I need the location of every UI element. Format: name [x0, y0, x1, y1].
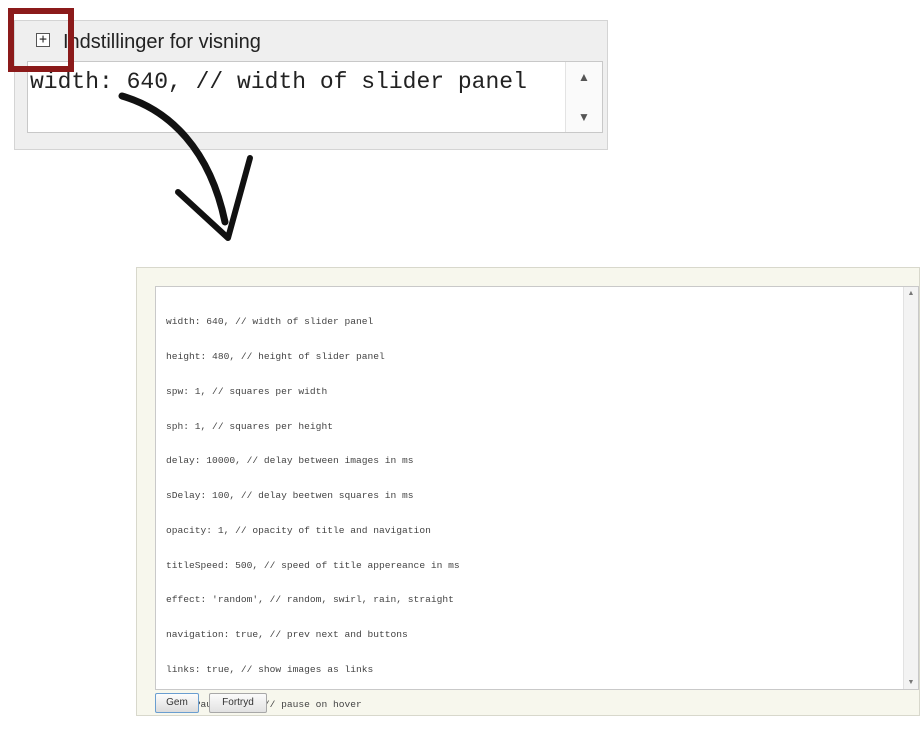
settings-panel-expanded: width: 640, // width of slider panel hei… — [136, 267, 920, 716]
code-line: height: 480, // height of slider panel — [166, 350, 385, 362]
code-line: sDelay: 100, // delay beetwen squares in… — [166, 490, 414, 502]
code-line: sph: 1, // squares per height — [166, 420, 333, 432]
settings-title[interactable]: Indstillinger for visning — [63, 31, 261, 54]
scroll-up-icon[interactable]: ▲ — [904, 290, 918, 297]
settings-textarea[interactable]: width: 640, // width of slider panel hei… — [155, 286, 919, 710]
settings-header[interactable]: + Indstillinger for visning — [15, 31, 607, 57]
textarea-scrollbar[interactable]: ▲ ▼ — [565, 62, 602, 132]
code-line: effect: 'random', // random, swirl, rain… — [166, 594, 454, 606]
scroll-up-icon[interactable]: ▲ — [566, 70, 602, 84]
code-line: delay: 10000, // delay between images in… — [166, 455, 414, 467]
code-line: width: 640, // width of slider panel — [166, 316, 374, 328]
code-line: titleSpeed: 500, // speed of title apper… — [166, 559, 460, 571]
code-line: navigation: true, // prev next and butto… — [166, 629, 408, 641]
scroll-down-icon[interactable]: ▼ — [566, 110, 602, 124]
textarea-scrollbar[interactable]: ▲ ▼ — [903, 287, 918, 689]
highlight-box — [8, 8, 74, 72]
save-button[interactable]: Gem — [155, 693, 199, 713]
cancel-button[interactable]: Fortryd — [209, 693, 267, 713]
scroll-down-icon[interactable]: ▼ — [904, 679, 918, 686]
code-line: opacity: 1, // opacity of title and navi… — [166, 524, 431, 536]
settings-code: width: 640, // width of slider panel hei… — [166, 293, 460, 734]
code-line: links: true, // show images as links — [166, 664, 374, 675]
curved-arrow-icon — [118, 92, 253, 241]
code-line: spw: 1, // squares per width — [166, 385, 328, 397]
